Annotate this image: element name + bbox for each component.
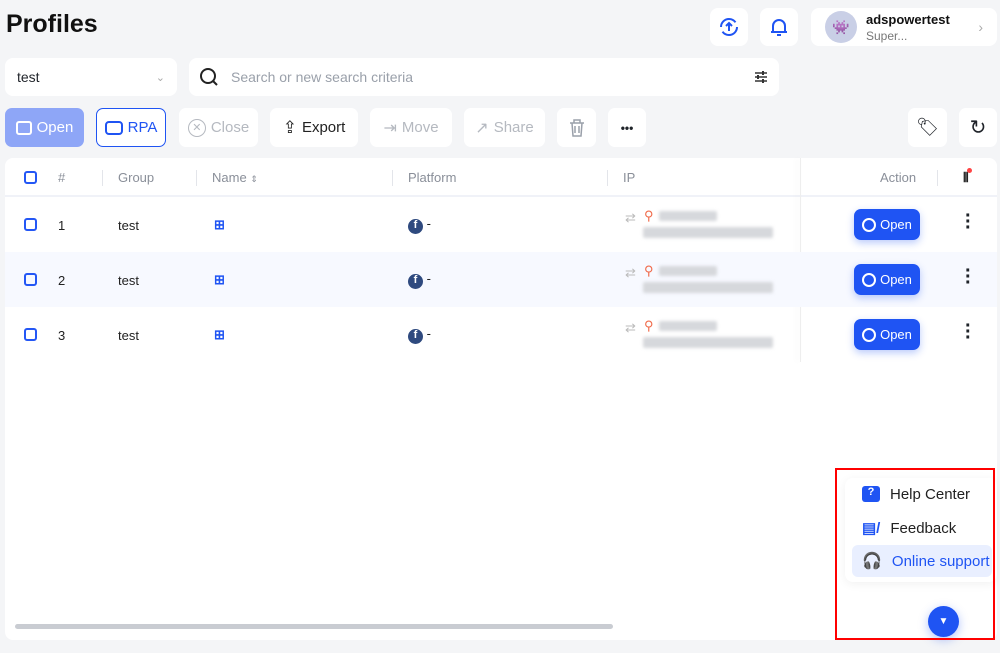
windows-icon: ⊞ <box>214 217 225 232</box>
share-label: Share <box>493 119 534 136</box>
row-more-icon[interactable]: · · · <box>965 316 972 348</box>
browser-icon <box>862 272 877 287</box>
export-label: Export <box>301 119 346 136</box>
sync-button[interactable] <box>710 8 748 46</box>
close-circle-icon: ✕ <box>187 118 206 137</box>
browser-icon <box>862 217 877 232</box>
open-label: Open <box>36 119 74 136</box>
facebook-icon: f <box>408 329 423 344</box>
facebook-icon: f <box>408 219 423 234</box>
filter-sliders-icon[interactable] <box>753 69 769 85</box>
group-select[interactable]: test ⌄ <box>5 58 177 96</box>
row-number: 2 <box>58 273 66 288</box>
chevron-down-icon: ⌄ <box>155 71 165 84</box>
select-all-checkbox[interactable] <box>24 171 37 184</box>
row-more-icon[interactable]: · · · <box>965 261 972 293</box>
facebook-icon: f <box>408 274 423 289</box>
swap-icon: ⇄ <box>625 210 636 225</box>
row-more-icon[interactable]: · · · <box>965 206 972 238</box>
column-action: Action <box>880 170 917 185</box>
tags-button[interactable]: 🏷 <box>908 108 947 147</box>
horizontal-scrollbar[interactable] <box>15 624 613 629</box>
search-input[interactable]: Search or new search criteria <box>189 58 779 96</box>
rpa-label: RPA <box>127 119 158 136</box>
column-platform: Platform <box>408 170 457 185</box>
browser-window-icon <box>15 120 32 135</box>
search-icon <box>200 68 218 86</box>
row-number: 3 <box>58 328 66 343</box>
column-ip: IP <box>623 170 636 185</box>
avatar: 👾 <box>825 11 857 43</box>
row-group: test <box>118 328 139 343</box>
browser-icon <box>862 327 877 342</box>
column-group: Group <box>118 170 155 185</box>
move-label: Move <box>401 119 439 136</box>
highlight-box <box>835 468 995 640</box>
swap-icon: ⇄ <box>625 265 636 280</box>
share-button[interactable]: ↗ Share <box>464 108 545 147</box>
location-pin-icon: ⚲ <box>644 318 654 333</box>
swap-icon: ⇄ <box>625 320 636 335</box>
close-button[interactable]: ✕ Close <box>179 108 258 147</box>
row-platform: f - <box>408 271 431 289</box>
tag-icon: 🏷 <box>916 117 939 137</box>
export-button[interactable]: ⇪ Export <box>270 108 358 147</box>
column-settings-icon[interactable]: ⦀ <box>963 168 972 186</box>
move-button[interactable]: ⇥ Move <box>370 108 452 147</box>
location-pin-icon: ⚲ <box>644 263 654 278</box>
column-number: # <box>58 170 66 185</box>
close-label: Close <box>210 119 250 136</box>
notifications-button[interactable] <box>760 8 798 46</box>
refresh-button[interactable]: ↻ <box>959 108 997 147</box>
bell-icon <box>771 19 787 36</box>
column-name[interactable]: Name ⇕ <box>212 170 258 185</box>
row-checkbox[interactable] <box>24 273 37 286</box>
page-title: Profiles <box>6 10 98 38</box>
row-platform: f - <box>408 326 431 344</box>
row-number: 1 <box>58 218 66 233</box>
rpa-button[interactable]: RPA <box>96 108 166 147</box>
sync-upload-icon <box>720 18 738 36</box>
row-group: test <box>118 218 139 233</box>
user-menu[interactable]: 👾 adspowertest Super... › <box>811 8 997 46</box>
windows-icon: ⊞ <box>214 327 225 342</box>
row-group: test <box>118 273 139 288</box>
table-row[interactable]: 3 test ⊞ f - ⇄ ⚲ Open · · · <box>5 307 997 362</box>
row-open-button[interactable]: Open <box>854 319 920 350</box>
table-header: # Group Name ⇕ Platform IP Action ⦀ <box>5 158 997 197</box>
user-name: adspowertest <box>866 11 950 27</box>
search-placeholder: Search or new search criteria <box>231 69 414 85</box>
open-button[interactable]: Open <box>5 108 84 147</box>
upload-icon: ⇪ <box>282 117 297 137</box>
table-row[interactable]: 2 test ⊞ f - ⇄ ⚲ Open · · · <box>5 252 997 307</box>
row-open-button[interactable]: Open <box>854 209 920 240</box>
robot-icon <box>104 120 123 135</box>
delete-button[interactable] <box>557 108 596 147</box>
row-checkbox[interactable] <box>24 328 37 341</box>
row-checkbox[interactable] <box>24 218 37 231</box>
move-icon: ⇥ <box>383 119 397 137</box>
group-select-value: test <box>17 69 40 85</box>
table-row[interactable]: 1 test ⊞ f - ⇄ ⚲ Open · · · <box>5 197 997 252</box>
share-icon: ↗ <box>475 119 489 137</box>
windows-icon: ⊞ <box>214 272 225 287</box>
sort-icon: ⇕ <box>250 174 258 184</box>
more-button[interactable]: ••• <box>608 108 646 147</box>
location-pin-icon: ⚲ <box>644 208 654 223</box>
user-role: Super... <box>866 28 908 43</box>
row-platform: f - <box>408 216 431 234</box>
trash-icon <box>569 118 584 137</box>
refresh-icon: ↻ <box>969 117 987 139</box>
row-open-button[interactable]: Open <box>854 264 920 295</box>
chevron-right-icon: › <box>978 19 983 35</box>
